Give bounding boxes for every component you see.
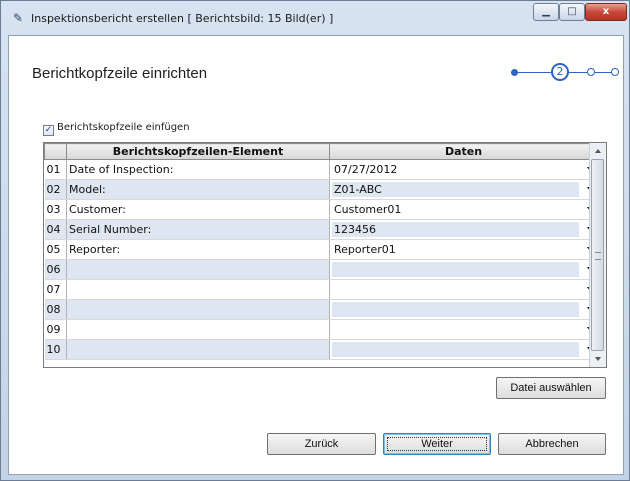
table-row[interactable]: 06 bbox=[44, 259, 598, 280]
data-dropdown-value[interactable]: Customer01 bbox=[332, 202, 579, 217]
data-dropdown-value[interactable]: 07/27/2012 bbox=[332, 162, 579, 177]
row-number: 02 bbox=[44, 179, 67, 200]
step-connector bbox=[569, 72, 587, 73]
header-elements-table: Berichtskopfzeilen-Element Daten 01 Date … bbox=[44, 143, 598, 360]
data-cell[interactable] bbox=[329, 319, 598, 340]
data-dropdown-value[interactable]: Z01-ABC bbox=[332, 182, 579, 197]
data-cell[interactable]: 07/27/2012 bbox=[329, 159, 598, 180]
element-cell[interactable]: Model: bbox=[66, 179, 330, 200]
table-row[interactable]: 10 bbox=[44, 339, 598, 360]
data-dropdown-value[interactable]: Reporter01 bbox=[332, 242, 579, 257]
data-dropdown-value[interactable] bbox=[332, 282, 579, 297]
dialog-content: Berichtkopfzeile einrichten 2 ✓ Berichtsk… bbox=[8, 35, 624, 475]
element-cell[interactable] bbox=[66, 259, 330, 280]
data-dropdown-value[interactable]: 123456 bbox=[332, 222, 579, 237]
element-cell[interactable] bbox=[66, 299, 330, 320]
step-completed-dot bbox=[511, 69, 518, 76]
window-title: Inspektionsbericht erstellen [ Berichtsb… bbox=[31, 12, 334, 25]
row-number: 04 bbox=[44, 219, 67, 240]
table-row[interactable]: 02 Model: Z01-ABC bbox=[44, 179, 598, 200]
page-title: Berichtkopfzeile einrichten bbox=[32, 65, 208, 82]
next-button[interactable]: Weiter bbox=[383, 433, 491, 455]
step-current-indicator: 2 bbox=[551, 63, 569, 81]
data-cell[interactable]: Reporter01 bbox=[329, 239, 598, 260]
element-cell[interactable] bbox=[66, 279, 330, 300]
table-row[interactable]: 01 Date of Inspection: 07/27/2012 bbox=[44, 159, 598, 180]
data-dropdown-value[interactable] bbox=[332, 302, 579, 317]
scroll-up-icon[interactable] bbox=[590, 143, 606, 159]
data-cell[interactable]: Z01-ABC bbox=[329, 179, 598, 200]
insert-header-checkbox-label: Berichtskopfzeile einfügen bbox=[57, 122, 190, 133]
table-body: 01 Date of Inspection: 07/27/2012 02 Model: Z… bbox=[44, 159, 598, 360]
element-cell[interactable]: Customer: bbox=[66, 199, 330, 220]
element-cell[interactable]: Reporter: bbox=[66, 239, 330, 260]
row-number: 01 bbox=[44, 159, 67, 180]
row-number: 05 bbox=[44, 239, 67, 260]
step-pending-dot bbox=[587, 68, 595, 76]
row-number: 09 bbox=[44, 319, 67, 340]
row-number: 07 bbox=[44, 279, 67, 300]
data-cell[interactable] bbox=[329, 279, 598, 300]
back-button[interactable]: Zurück bbox=[267, 433, 376, 455]
table-row[interactable]: 04 Serial Number: 123456 bbox=[44, 219, 598, 240]
data-cell[interactable] bbox=[329, 299, 598, 320]
scroll-down-icon[interactable] bbox=[590, 351, 606, 367]
vertical-scrollbar[interactable] bbox=[589, 143, 606, 367]
element-cell[interactable] bbox=[66, 339, 330, 360]
scroll-thumb[interactable] bbox=[591, 159, 604, 351]
minimize-button[interactable]: ▁ bbox=[533, 3, 559, 21]
insert-header-checkbox[interactable]: ✓ bbox=[43, 125, 54, 136]
element-cell[interactable]: Date of Inspection: bbox=[66, 159, 330, 180]
step-indicator: 2 bbox=[511, 63, 619, 83]
table-row[interactable]: 05 Reporter: Reporter01 bbox=[44, 239, 598, 260]
header-elements-grid: Berichtskopfzeilen-Element Daten 01 Date … bbox=[43, 142, 607, 368]
row-number: 06 bbox=[44, 259, 67, 280]
table-row[interactable]: 09 bbox=[44, 319, 598, 340]
cancel-button[interactable]: Abbrechen bbox=[498, 433, 606, 455]
grip-icon bbox=[595, 252, 601, 260]
row-number: 08 bbox=[44, 299, 67, 320]
select-file-button[interactable]: Datei auswählen bbox=[496, 377, 606, 399]
maximize-button[interactable]: □ bbox=[559, 3, 585, 21]
column-header-element: Berichtskopfzeilen-Element bbox=[66, 143, 330, 160]
app-icon: ✎ bbox=[12, 11, 24, 25]
element-cell[interactable] bbox=[66, 319, 330, 340]
data-dropdown-value[interactable] bbox=[332, 342, 579, 357]
table-row[interactable]: 07 bbox=[44, 279, 598, 300]
data-cell[interactable] bbox=[329, 339, 598, 360]
focus-ring bbox=[387, 437, 487, 451]
insert-header-checkbox-row[interactable]: ✓ Berichtskopfzeile einfügen bbox=[43, 122, 190, 136]
table-row[interactable]: 03 Customer: Customer01 bbox=[44, 199, 598, 220]
row-number-header bbox=[44, 143, 67, 160]
data-dropdown-value[interactable] bbox=[332, 322, 579, 337]
title-bar[interactable]: ✎ Inspektionsbericht erstellen [ Bericht… bbox=[1, 1, 629, 35]
close-button[interactable]: x bbox=[585, 3, 627, 21]
table-header-row: Berichtskopfzeilen-Element Daten bbox=[44, 143, 598, 160]
step-connector bbox=[515, 72, 553, 73]
column-header-data: Daten bbox=[329, 143, 598, 160]
data-dropdown-value[interactable] bbox=[332, 262, 579, 277]
row-number: 03 bbox=[44, 199, 67, 220]
element-cell[interactable]: Serial Number: bbox=[66, 219, 330, 240]
table-row[interactable]: 08 bbox=[44, 299, 598, 320]
step-pending-dot bbox=[611, 68, 619, 76]
dialog-window: ✎ Inspektionsbericht erstellen [ Bericht… bbox=[0, 0, 630, 481]
row-number: 10 bbox=[44, 339, 67, 360]
data-cell[interactable]: Customer01 bbox=[329, 199, 598, 220]
data-cell[interactable]: 123456 bbox=[329, 219, 598, 240]
data-cell[interactable] bbox=[329, 259, 598, 280]
